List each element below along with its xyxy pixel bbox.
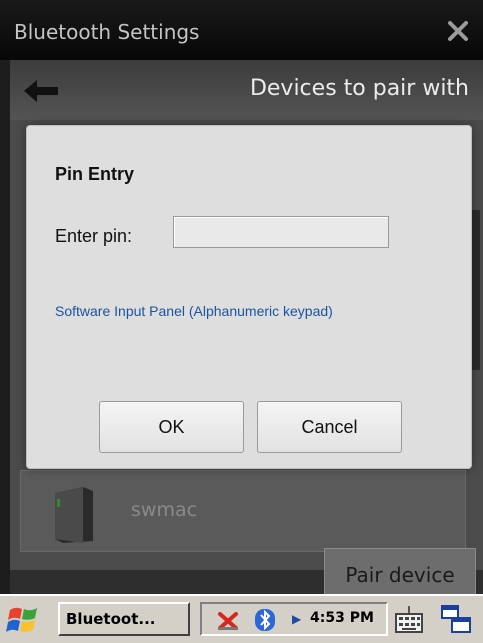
clock[interactable]: 4:53 PM [310,610,374,626]
connection-error-icon[interactable] [216,610,240,632]
window-title: Bluetooth Settings [14,20,200,44]
window-switcher-icon[interactable] [440,604,472,634]
cancel-button[interactable]: Cancel [257,401,402,453]
computer-tower-icon [55,487,93,543]
software-input-panel-link[interactable]: Software Input Panel (Alphanumeric keypa… [55,301,385,321]
dialog-title: Pin Entry [55,164,135,184]
keyboard-icon[interactable] [394,604,424,636]
windows-flag-icon[interactable] [6,604,42,636]
tray-expand-arrow-icon[interactable]: ▶ [292,612,301,626]
page-header: Devices to pair with [10,60,483,120]
pin-entry-dialog: Pin Entry Enter pin: Software Input Pane… [26,125,472,469]
pin-label: Enter pin: [55,226,133,246]
back-arrow-icon[interactable] [24,80,58,102]
taskbar-task-button[interactable]: Bluetoot... [58,602,190,636]
taskbar: Bluetoot... ▶ 4:53 PM [0,594,483,643]
device-list-item[interactable]: swmac [20,470,466,552]
scrollbar[interactable] [472,210,480,370]
system-tray: ▶ 4:53 PM [200,602,388,636]
close-icon[interactable] [447,20,469,42]
ok-button[interactable]: OK [99,401,244,453]
page-title: Devices to pair with [249,76,469,101]
title-bar: Bluetooth Settings [0,0,483,60]
pin-input[interactable] [173,216,389,248]
bluetooth-icon[interactable] [254,608,276,632]
device-name: swmac [131,499,198,521]
